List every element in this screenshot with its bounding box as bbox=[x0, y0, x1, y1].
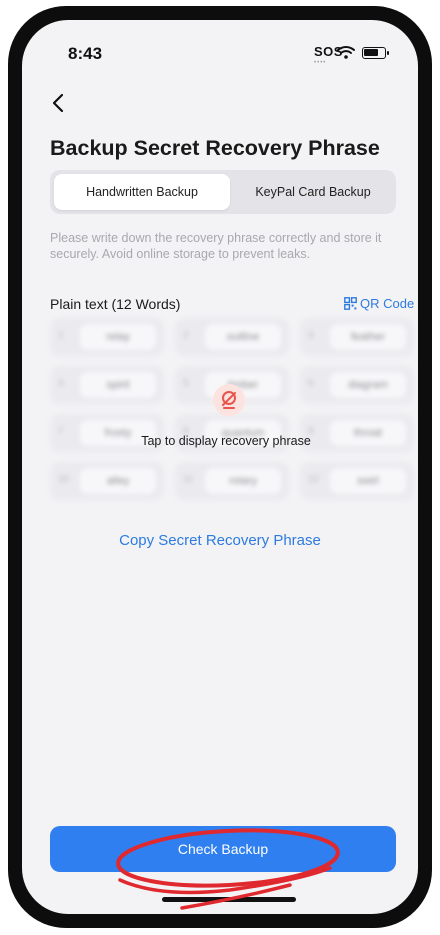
backup-type-tabs: Handwritten Backup KeyPal Card Backup bbox=[50, 170, 396, 214]
phrase-word: alley bbox=[80, 468, 156, 494]
phone-frame: 8:43 SOS •••• Backup Secret Recovery Phr… bbox=[8, 6, 432, 928]
phrase-word-cell: 1 relay bbox=[50, 318, 164, 356]
phrase-word-cell: 12 swirl bbox=[300, 462, 414, 500]
phrase-word: rotary bbox=[205, 468, 281, 494]
tab-handwritten-backup[interactable]: Handwritten Backup bbox=[54, 174, 230, 210]
phrase-word-number: 11 bbox=[183, 474, 194, 485]
recovery-phrase-grid[interactable]: 1 relay 2 outline 3 feather 4 spirit 5 timber 6 dia… bbox=[50, 318, 414, 508]
phrase-word-number: 10 bbox=[58, 474, 70, 485]
phrase-word: spirit bbox=[80, 372, 156, 398]
wifi-icon bbox=[337, 46, 355, 59]
reveal-phrase-text: Tap to display recovery phrase bbox=[141, 434, 311, 448]
phrase-word-cell: 3 feather bbox=[300, 318, 414, 356]
home-indicator bbox=[162, 897, 296, 902]
phrase-word-cell: 2 outline bbox=[175, 318, 289, 356]
phrase-word: outline bbox=[205, 324, 281, 350]
app-screen: 8:43 SOS •••• Backup Secret Recovery Phr… bbox=[22, 20, 418, 914]
phrase-word-number: 6 bbox=[308, 378, 314, 389]
qr-code-icon bbox=[344, 297, 357, 310]
phrase-word-cell: 10 alley bbox=[50, 462, 164, 500]
copy-phrase-link[interactable]: Copy Secret Recovery Phrase bbox=[22, 532, 418, 549]
phrase-word: feather bbox=[330, 324, 406, 350]
phrase-word-number: 5 bbox=[183, 378, 189, 389]
battery-icon bbox=[362, 47, 389, 59]
status-bar: 8:43 SOS •••• bbox=[22, 20, 418, 80]
phrase-word: swirl bbox=[330, 468, 406, 494]
page-title: Backup Secret Recovery Phrase bbox=[50, 136, 380, 160]
tab-keypal-card-backup[interactable]: KeyPal Card Backup bbox=[230, 174, 396, 210]
phrase-word: relay bbox=[80, 324, 156, 350]
phrase-word-cell: 11 rotary bbox=[175, 462, 289, 500]
phrase-word-number: 3 bbox=[308, 330, 314, 341]
check-backup-button[interactable]: Check Backup bbox=[50, 826, 396, 872]
hidden-eye-icon bbox=[213, 384, 245, 416]
qr-code-label: QR Code bbox=[360, 296, 415, 311]
instructions-text: Please write down the recovery phrase co… bbox=[50, 231, 382, 261]
phrase-word-number: 2 bbox=[183, 330, 189, 341]
phrase-count-label: Plain text (12 Words) bbox=[50, 296, 181, 312]
phrase-word-cell: 4 spirit bbox=[50, 366, 164, 404]
signal-dots: •••• bbox=[314, 60, 327, 66]
phrase-word: diagram bbox=[330, 372, 406, 398]
back-arrow-icon[interactable] bbox=[46, 90, 72, 116]
phrase-word-number: 1 bbox=[58, 330, 64, 341]
qr-code-link[interactable]: QR Code bbox=[344, 296, 414, 311]
phrase-word-number: 4 bbox=[58, 378, 64, 389]
phrase-word-cell: 6 diagram bbox=[300, 366, 414, 404]
phrase-word-number: 12 bbox=[308, 474, 320, 485]
status-time: 8:43 bbox=[68, 44, 103, 63]
